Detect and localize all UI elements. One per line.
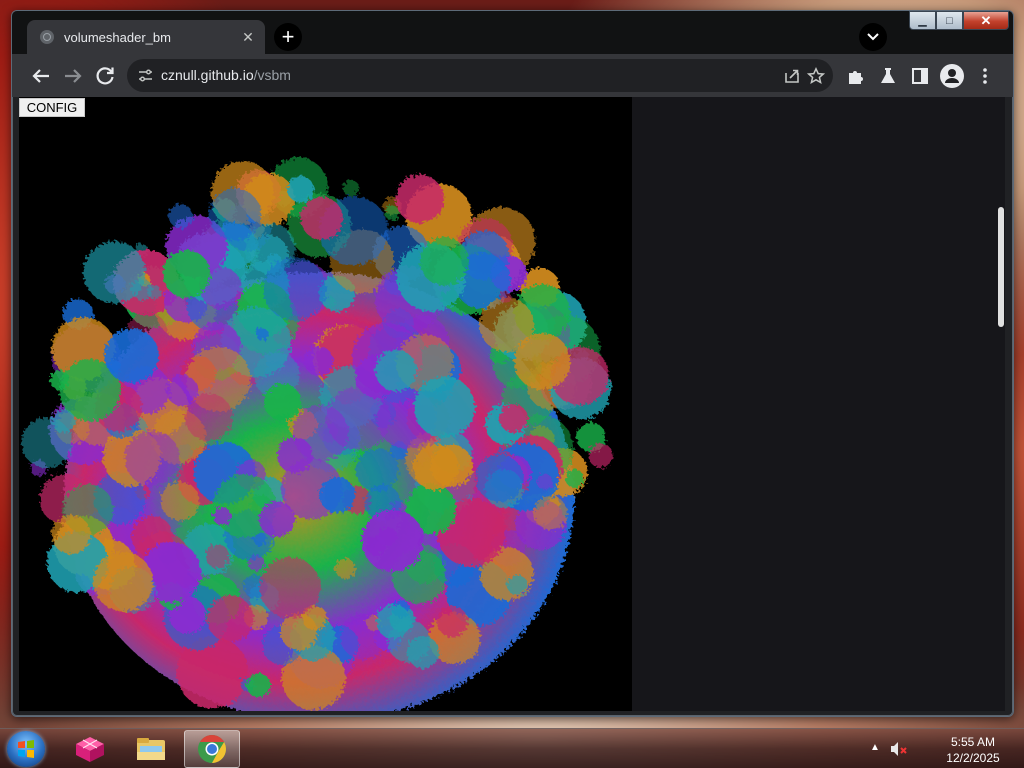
- start-button[interactable]: [7, 731, 45, 767]
- app-cube-icon: [76, 737, 104, 762]
- fractal-bulb: [168, 203, 193, 229]
- tab-strip: volumeshader_bm ✕ + ▁ □ ✕: [12, 11, 1013, 54]
- fractal-bulb: [335, 558, 356, 579]
- browser-window: volumeshader_bm ✕ + ▁ □ ✕ cznull.github.…: [11, 10, 1014, 717]
- forward-arrow-icon[interactable]: [61, 64, 85, 88]
- reload-icon[interactable]: [93, 64, 117, 88]
- fractal-bulb: [124, 431, 180, 487]
- tab-search-button[interactable]: [859, 23, 887, 51]
- fractal-bulb: [51, 514, 91, 555]
- fractal-bulb: [375, 349, 417, 392]
- minimize-button[interactable]: ▁: [909, 11, 936, 30]
- scrollbar-thumb[interactable]: [998, 207, 1004, 327]
- fractal-bulb: [430, 444, 473, 487]
- fractal-bulb: [147, 285, 162, 299]
- system-clock[interactable]: 5:55 AM 12/2/2025: [935, 734, 1011, 766]
- tab-title: volumeshader_bm: [64, 29, 171, 45]
- fractal-bulb: [166, 374, 198, 407]
- fractal-bulb: [208, 188, 261, 241]
- fractal-bulb: [342, 180, 360, 197]
- clock-time: 5:55 AM: [950, 735, 996, 749]
- chrome-icon: [198, 735, 226, 763]
- fractal-bulb: [499, 404, 528, 433]
- site-info-icon[interactable]: [138, 68, 153, 83]
- side-panel-icon[interactable]: [910, 66, 930, 86]
- globe-icon: [40, 30, 54, 44]
- url-host: cznull.github.io: [161, 67, 254, 83]
- mandelbulb-fractal-render: [21, 157, 613, 711]
- fractal-bulb: [162, 250, 211, 298]
- share-icon[interactable]: [783, 67, 801, 85]
- url-path: /vsbm: [253, 67, 291, 83]
- file-explorer-icon: [137, 738, 165, 760]
- page-content: CONFIG: [19, 97, 1005, 711]
- fractal-bulb: [207, 595, 254, 642]
- fractal-bulb: [514, 333, 571, 390]
- bookmark-star-icon[interactable]: [807, 67, 825, 85]
- profile-avatar-button[interactable]: [940, 64, 964, 88]
- browser-toolbar: cznull.github.io/vsbm: [12, 54, 1013, 97]
- fractal-bulb: [420, 237, 469, 286]
- fractal-bulb: [49, 370, 70, 390]
- back-arrow-icon[interactable]: [29, 64, 53, 88]
- fractal-bulb: [160, 481, 200, 521]
- new-tab-button[interactable]: +: [274, 23, 302, 51]
- taskbar-app-cube[interactable]: [62, 730, 118, 768]
- fractal-bulb: [413, 376, 476, 438]
- url-text[interactable]: cznull.github.io/vsbm: [161, 67, 291, 83]
- fractal-bulb: [259, 501, 295, 538]
- clock-date: 12/2/2025: [946, 751, 1000, 765]
- fractal-bulb: [475, 454, 524, 502]
- more-menu-icon[interactable]: [975, 66, 995, 86]
- tab-close-icon[interactable]: ✕: [239, 28, 257, 46]
- fractal-bulb: [256, 328, 269, 341]
- extensions-puzzle-icon[interactable]: [846, 66, 866, 86]
- fractal-bulb: [395, 174, 444, 223]
- windows-logo-icon: [18, 740, 34, 758]
- labs-flask-icon[interactable]: [878, 66, 898, 86]
- fractal-bulb: [506, 574, 528, 596]
- fractal-bulb: [83, 241, 146, 304]
- address-bar[interactable]: cznull.github.io/vsbm: [127, 59, 833, 92]
- fractal-bulb: [304, 346, 334, 376]
- fractal-bulb: [376, 604, 411, 639]
- taskbar-app-file-explorer[interactable]: [123, 730, 179, 768]
- fractal-bulb: [300, 197, 343, 240]
- tray-overflow-arrow-icon[interactable]: ▲: [870, 742, 880, 753]
- fractal-bulb: [93, 551, 153, 612]
- maximize-button[interactable]: □: [936, 11, 963, 30]
- fractal-bulb: [536, 473, 553, 490]
- fractal-bulb: [436, 606, 468, 638]
- volume-shader-canvas[interactable]: CONFIG: [19, 97, 632, 711]
- fractal-bulb: [263, 257, 327, 321]
- profile-person-icon: [945, 69, 959, 83]
- config-button[interactable]: CONFIG: [19, 98, 85, 117]
- fractal-bulb: [565, 469, 585, 488]
- fractal-bulb: [326, 386, 391, 451]
- chevron-down-icon: [867, 33, 879, 41]
- fractal-bulb: [499, 290, 512, 303]
- fractal-bulb: [104, 328, 159, 383]
- taskbar-app-chrome[interactable]: [184, 730, 240, 768]
- fractal-bulb: [588, 443, 613, 468]
- fractal-bulb: [264, 383, 302, 421]
- fractal-bulb: [319, 477, 356, 513]
- fractal-bulb: [21, 417, 72, 468]
- close-window-button[interactable]: ✕: [963, 11, 1009, 30]
- taskbar: ▲ 5:55 AM 12/2/2025: [0, 728, 1024, 768]
- fractal-bulb: [246, 673, 271, 698]
- fractal-bulb: [533, 496, 568, 530]
- fractal-bulb: [259, 557, 321, 618]
- fractal-bulb: [213, 507, 232, 526]
- fractal-bulb: [287, 176, 314, 203]
- fractal-bulb: [205, 544, 230, 569]
- tab-volumeshader[interactable]: volumeshader_bm ✕: [27, 20, 265, 54]
- window-controls: ▁ □ ✕: [909, 11, 1009, 31]
- fractal-bulb: [366, 535, 386, 556]
- speaker-muted-icon[interactable]: [890, 741, 908, 757]
